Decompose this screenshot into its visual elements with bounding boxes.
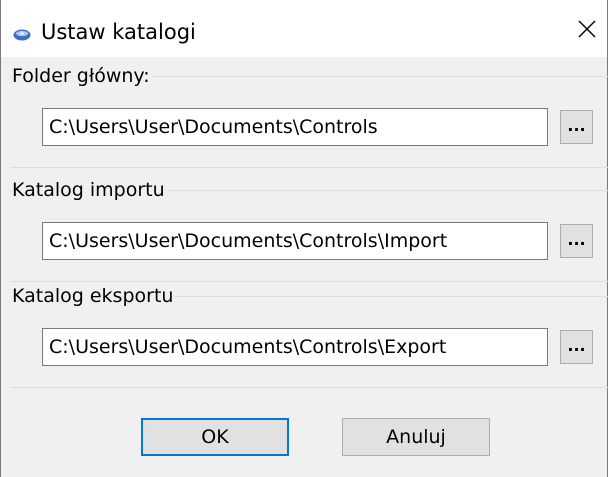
title-bar: Ustaw katalogi: [1, 0, 607, 57]
group-label-export-folder: Katalog eksportu: [12, 284, 176, 308]
disc-icon: [13, 26, 31, 41]
dialog-window: Ustaw katalogi Folder główny: ... Katalo…: [0, 0, 608, 477]
close-icon: [578, 20, 596, 42]
ok-button[interactable]: OK: [141, 418, 289, 456]
group-root-folder: Folder główny: ...: [10, 64, 608, 168]
close-button[interactable]: [567, 16, 607, 46]
group-label-import-folder: Katalog importu: [12, 178, 167, 202]
window-title: Ustaw katalogi: [41, 20, 196, 44]
group-label-root-folder: Folder główny:: [12, 64, 152, 88]
root-folder-input[interactable]: [42, 108, 548, 146]
group-export-folder: Katalog eksportu ...: [10, 284, 608, 388]
cancel-button[interactable]: Anuluj: [342, 418, 490, 456]
import-folder-input[interactable]: [42, 222, 548, 260]
browse-import-folder-button[interactable]: ...: [560, 224, 593, 258]
browse-export-folder-button[interactable]: ...: [560, 330, 593, 364]
group-import-folder: Katalog importu ...: [10, 178, 608, 282]
export-folder-input[interactable]: [42, 328, 548, 366]
browse-root-folder-button[interactable]: ...: [560, 110, 593, 144]
